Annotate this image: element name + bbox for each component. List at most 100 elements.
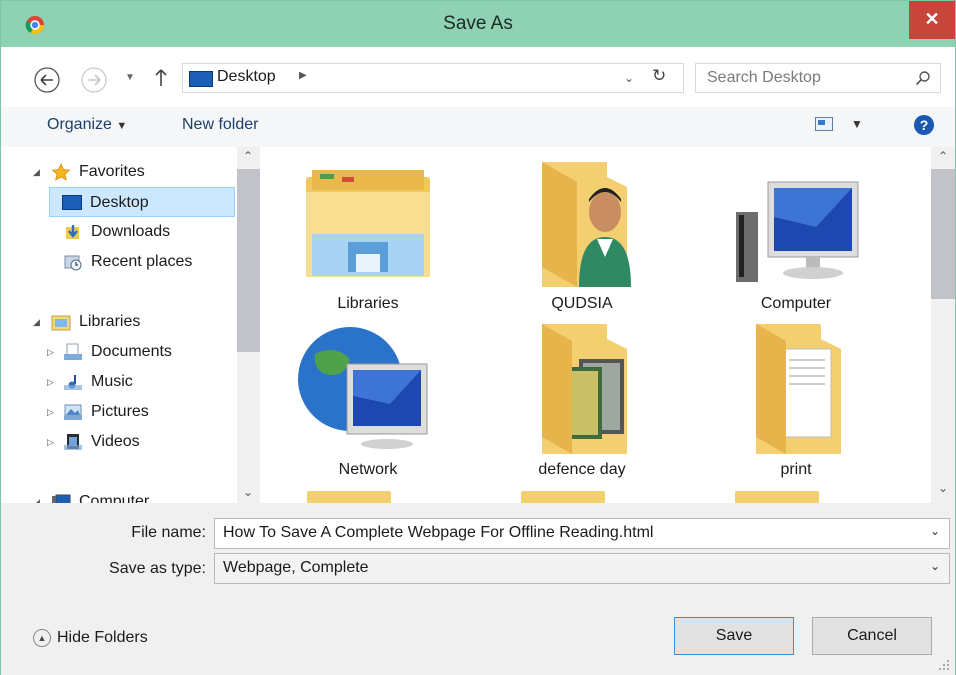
item-folder-print[interactable]: print xyxy=(711,319,881,479)
file-list-pane: Libraries QUDSIA Computer Network defenc… xyxy=(261,147,931,503)
nav-videos[interactable]: Videos xyxy=(63,427,140,457)
partial-folder-icon[interactable] xyxy=(521,491,605,503)
recent-locations-dropdown[interactable]: ▼ xyxy=(125,72,135,86)
caret-down-icon: ▼ xyxy=(116,120,128,132)
nav-music-label: Music xyxy=(91,373,133,390)
forward-arrow-icon[interactable] xyxy=(81,67,107,93)
nav-recent-places[interactable]: Recent places xyxy=(63,247,192,277)
expand-documents-icon[interactable]: ▷ xyxy=(47,347,54,358)
item-network-label: Network xyxy=(338,461,398,478)
expand-favorites-icon[interactable]: ◢ xyxy=(33,167,40,178)
nav-libraries[interactable]: Libraries xyxy=(51,307,140,337)
expand-pictures-icon[interactable]: ▷ xyxy=(47,407,54,418)
breadcrumb-chevron-icon[interactable]: ▶ xyxy=(299,70,307,81)
window-title: Save As xyxy=(443,13,513,34)
nav-recent-label: Recent places xyxy=(91,253,193,270)
libraries-icon xyxy=(51,315,71,331)
nav-documents-label: Documents xyxy=(91,343,172,360)
network-globe-icon xyxy=(298,327,428,449)
scroll-down-icon[interactable]: ⌄ xyxy=(243,485,253,499)
address-location[interactable]: Desktop xyxy=(217,68,276,86)
nav-pictures-label: Pictures xyxy=(91,403,149,420)
save-as-type-select[interactable]: Webpage, Complete ⌄ xyxy=(214,553,950,584)
address-dropdown[interactable]: ⌄ xyxy=(624,71,634,85)
nav-libraries-label: Libraries xyxy=(79,313,141,330)
save-button[interactable]: Save xyxy=(674,617,794,655)
hide-folders-label: Hide Folders xyxy=(57,629,148,647)
desktop-icon xyxy=(189,71,213,87)
nav-downloads[interactable]: Downloads xyxy=(63,217,170,247)
user-folder-icon xyxy=(542,162,631,287)
nav-videos-label: Videos xyxy=(91,433,140,450)
nav-favorites-label: Favorites xyxy=(79,163,145,180)
file-list-scroll-thumb[interactable] xyxy=(931,169,955,299)
close-button[interactable]: ✕ xyxy=(909,1,955,39)
nav-computer-label: Computer xyxy=(79,493,150,503)
file-name-input[interactable]: How To Save A Complete Webpage For Offli… xyxy=(214,518,950,549)
save-as-type-value[interactable]: Webpage, Complete xyxy=(223,559,369,577)
item-libraries[interactable]: Libraries xyxy=(283,157,453,317)
command-toolbar: Organize ▼ New folder ▼ ? xyxy=(1,107,955,147)
downloads-icon xyxy=(66,224,79,239)
scroll-up-icon[interactable]: ⌃ xyxy=(243,149,253,163)
expand-libraries-icon[interactable]: ◢ xyxy=(33,317,40,328)
item-folder-defence-day[interactable]: defence day xyxy=(497,319,667,479)
navigation-pane: ◢ Favorites Desktop Downloads Recent pla… xyxy=(1,147,261,503)
item-libraries-label: Libraries xyxy=(337,295,399,312)
change-view-icon[interactable] xyxy=(815,117,833,131)
new-folder-button[interactable]: New folder xyxy=(182,116,258,134)
nav-desktop[interactable]: Desktop xyxy=(49,187,235,217)
item-user-folder-label: QUDSIA xyxy=(551,295,613,312)
nav-music[interactable]: Music xyxy=(63,367,133,397)
help-icon[interactable]: ? xyxy=(914,115,934,135)
document-folder-icon xyxy=(756,324,841,454)
cancel-button[interactable]: Cancel xyxy=(812,617,932,655)
scroll-up-icon[interactable]: ⌃ xyxy=(938,149,948,163)
libraries-folder-icon xyxy=(306,170,430,277)
item-computer[interactable]: Computer xyxy=(711,157,881,317)
computer-icon xyxy=(736,181,859,282)
title-bar: Save As ✕ xyxy=(1,1,955,47)
search-icon[interactable] xyxy=(915,70,931,86)
expand-videos-icon[interactable]: ▷ xyxy=(47,437,54,448)
back-arrow-icon[interactable] xyxy=(34,67,60,93)
partial-folder-icon[interactable] xyxy=(735,491,819,503)
nav-pictures[interactable]: Pictures xyxy=(63,397,149,427)
chevron-down-icon[interactable]: ⌄ xyxy=(930,559,940,573)
address-bar[interactable]: Desktop ▶ ⌄ ↻ xyxy=(182,63,684,93)
item-computer-label: Computer xyxy=(760,295,832,312)
nav-pane-scroll-thumb[interactable] xyxy=(237,169,260,352)
save-as-dialog: Save As ✕ ▼ Desktop ▶ ⌄ ↻ Search Desktop… xyxy=(0,0,956,675)
organize-label: Organize xyxy=(47,116,112,133)
pictures-icon xyxy=(64,404,82,420)
collapse-up-icon: ▲ xyxy=(33,629,51,647)
videos-icon xyxy=(64,433,82,450)
resize-grip-icon[interactable] xyxy=(937,658,951,672)
hide-folders-button[interactable]: ▲ Hide Folders xyxy=(33,629,148,647)
expand-music-icon[interactable]: ▷ xyxy=(47,377,54,388)
refresh-icon[interactable]: ↻ xyxy=(652,66,666,86)
organize-menu[interactable]: Organize ▼ xyxy=(47,116,127,134)
search-placeholder: Search Desktop xyxy=(707,69,821,86)
desktop-icon xyxy=(62,195,82,211)
view-dropdown-icon[interactable]: ▼ xyxy=(851,117,863,131)
image-folder-icon xyxy=(542,324,627,454)
item-folder-defence-day-label: defence day xyxy=(538,461,626,478)
nav-favorites[interactable]: Favorites xyxy=(51,157,145,187)
music-icon xyxy=(64,374,82,390)
chevron-down-icon[interactable]: ⌄ xyxy=(930,524,940,538)
scroll-down-icon[interactable]: ⌄ xyxy=(938,481,948,495)
star-icon xyxy=(51,162,71,181)
computer-icon xyxy=(52,494,71,503)
item-folder-print-label: print xyxy=(780,461,812,478)
save-as-type-label: Save as type: xyxy=(109,560,206,577)
nav-downloads-label: Downloads xyxy=(91,223,171,240)
up-arrow-icon[interactable] xyxy=(153,66,169,88)
nav-documents[interactable]: Documents xyxy=(63,337,172,367)
item-user-folder[interactable]: QUDSIA xyxy=(497,157,667,317)
nav-computer[interactable]: Computer xyxy=(51,487,149,503)
file-name-value[interactable]: How To Save A Complete Webpage For Offli… xyxy=(223,524,653,542)
item-network[interactable]: Network xyxy=(283,319,453,479)
search-box[interactable]: Search Desktop xyxy=(695,63,941,93)
partial-folder-icon[interactable] xyxy=(307,491,391,503)
